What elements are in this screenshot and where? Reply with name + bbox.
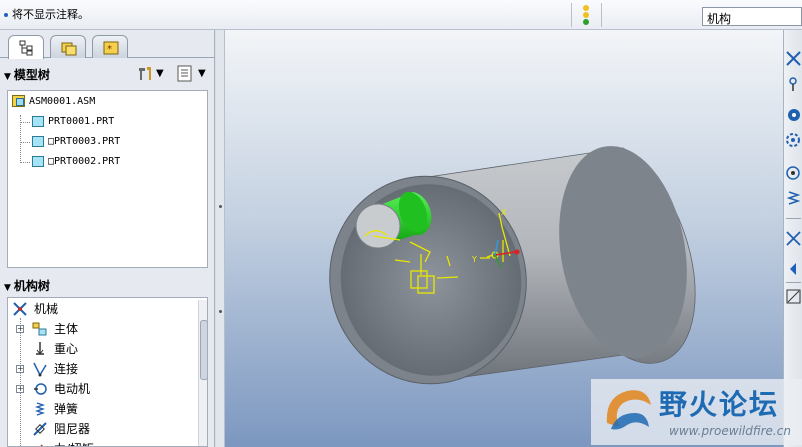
- damper-icon: [33, 422, 47, 436]
- spring-icon: [34, 402, 46, 416]
- status-separator: [601, 3, 602, 27]
- assembly-icon: [12, 95, 25, 107]
- tree-item-asm0001[interactable]: ASM0001.ASM: [12, 94, 95, 110]
- outer-tube-part[interactable]: [311, 136, 703, 402]
- mech-item-motors[interactable]: + 电动机: [8, 379, 196, 399]
- mechanism-connection-icon[interactable]: [785, 50, 802, 67]
- forum-logo-icon: [606, 390, 651, 430]
- selection-filter-dropdown[interactable]: 机构: [702, 7, 802, 26]
- force-icon: [40, 444, 44, 446]
- tree-item-prt0001[interactable]: PRT0001.PRT: [32, 114, 114, 130]
- playback-icon[interactable]: [785, 164, 802, 181]
- mech-item-dampers[interactable]: 阻尼器: [8, 419, 196, 439]
- part-icon: [32, 155, 44, 167]
- chevron-down-icon[interactable]: ▼: [156, 68, 164, 79]
- mechanism-tree-header[interactable]: ▼ 机构树: [4, 277, 209, 295]
- show-menu-icon[interactable]: [176, 65, 194, 83]
- expand-plus-icon[interactable]: +: [16, 385, 24, 393]
- watermark-title: 野火论坛: [659, 388, 780, 421]
- arrow-left-icon[interactable]: [785, 260, 802, 277]
- body-icon: [32, 322, 47, 336]
- mech-item-force-torque[interactable]: 力/扭矩: [8, 439, 196, 446]
- spring-tool-icon[interactable]: [785, 190, 802, 207]
- mechanism-icon: [13, 302, 27, 316]
- mechanism-analysis-icon[interactable]: [785, 132, 802, 149]
- forum-watermark: 野火论坛 www.proewildfire.cn: [591, 379, 802, 445]
- servo-motor-icon[interactable]: [785, 106, 802, 123]
- navigator-tabs: *: [0, 30, 215, 59]
- mech-item-springs[interactable]: 弹簧: [8, 399, 196, 419]
- tab-model-tree[interactable]: [8, 35, 44, 59]
- status-bar: 将不显示注释。 机构: [0, 0, 802, 30]
- navigator-panel: * ▼ 模型树 ▼ ▼ ASM0001.ASM PRT0001.PRT □PRT0…: [0, 30, 215, 447]
- part-icon: [32, 135, 44, 147]
- tab-folder-browser[interactable]: [50, 35, 86, 58]
- tab-favorites[interactable]: *: [92, 35, 128, 58]
- model-tree-tab-icon: [19, 40, 33, 56]
- motor-icon: [34, 383, 47, 395]
- mech-item-bodies[interactable]: + 主体: [8, 319, 196, 339]
- model-tree-tools: ▼ ▼: [136, 64, 210, 84]
- x-axis-label: X: [501, 208, 507, 217]
- damper-tool-icon[interactable]: [785, 230, 802, 247]
- measure-icon[interactable]: [785, 288, 802, 305]
- status-message: 将不显示注释。: [4, 6, 89, 22]
- settings-tools-icon[interactable]: [136, 64, 154, 84]
- mech-item-connections[interactable]: + 连接: [8, 359, 196, 379]
- chevron-down-icon[interactable]: ▼: [198, 68, 206, 79]
- svg-text:*: *: [107, 44, 112, 55]
- mech-item-gravity[interactable]: 重心: [8, 339, 196, 359]
- gravity-tool-icon[interactable]: [785, 76, 802, 93]
- watermark-url: www.proewildfire.cn: [669, 424, 791, 438]
- part-icon: [32, 115, 44, 127]
- collapse-triangle-icon: ▼: [4, 72, 11, 82]
- tree-item-prt0002[interactable]: □PRT0002.PRT: [32, 154, 120, 170]
- favorites-tab-icon: *: [103, 41, 119, 55]
- status-separator: [571, 3, 572, 27]
- mech-item-mechanism[interactable]: 机械: [8, 299, 196, 319]
- panel-sash[interactable]: [216, 30, 225, 447]
- connection-icon: [33, 362, 47, 377]
- model-tree: ASM0001.ASM PRT0001.PRT □PRT0003.PRT □PR…: [7, 90, 208, 268]
- info-bullet-icon: [4, 13, 8, 17]
- expand-plus-icon[interactable]: +: [16, 365, 24, 373]
- gravity-icon: [36, 342, 44, 355]
- collapse-triangle-icon: ▼: [4, 283, 11, 293]
- regeneration-status-icon[interactable]: [582, 5, 590, 27]
- mechanism-tree: 机械 + 主体 重心 + 连接 + 电动机 弹簧 阻尼器: [7, 297, 208, 447]
- y-axis-label: Y: [471, 255, 477, 264]
- expand-plus-icon[interactable]: +: [16, 325, 24, 333]
- folder-browser-tab-icon: [61, 42, 77, 56]
- scrollbar-thumb[interactable]: [200, 320, 207, 380]
- mechanism-tree-scrollbar[interactable]: [198, 300, 207, 446]
- tree-item-prt0003[interactable]: □PRT0003.PRT: [32, 134, 120, 150]
